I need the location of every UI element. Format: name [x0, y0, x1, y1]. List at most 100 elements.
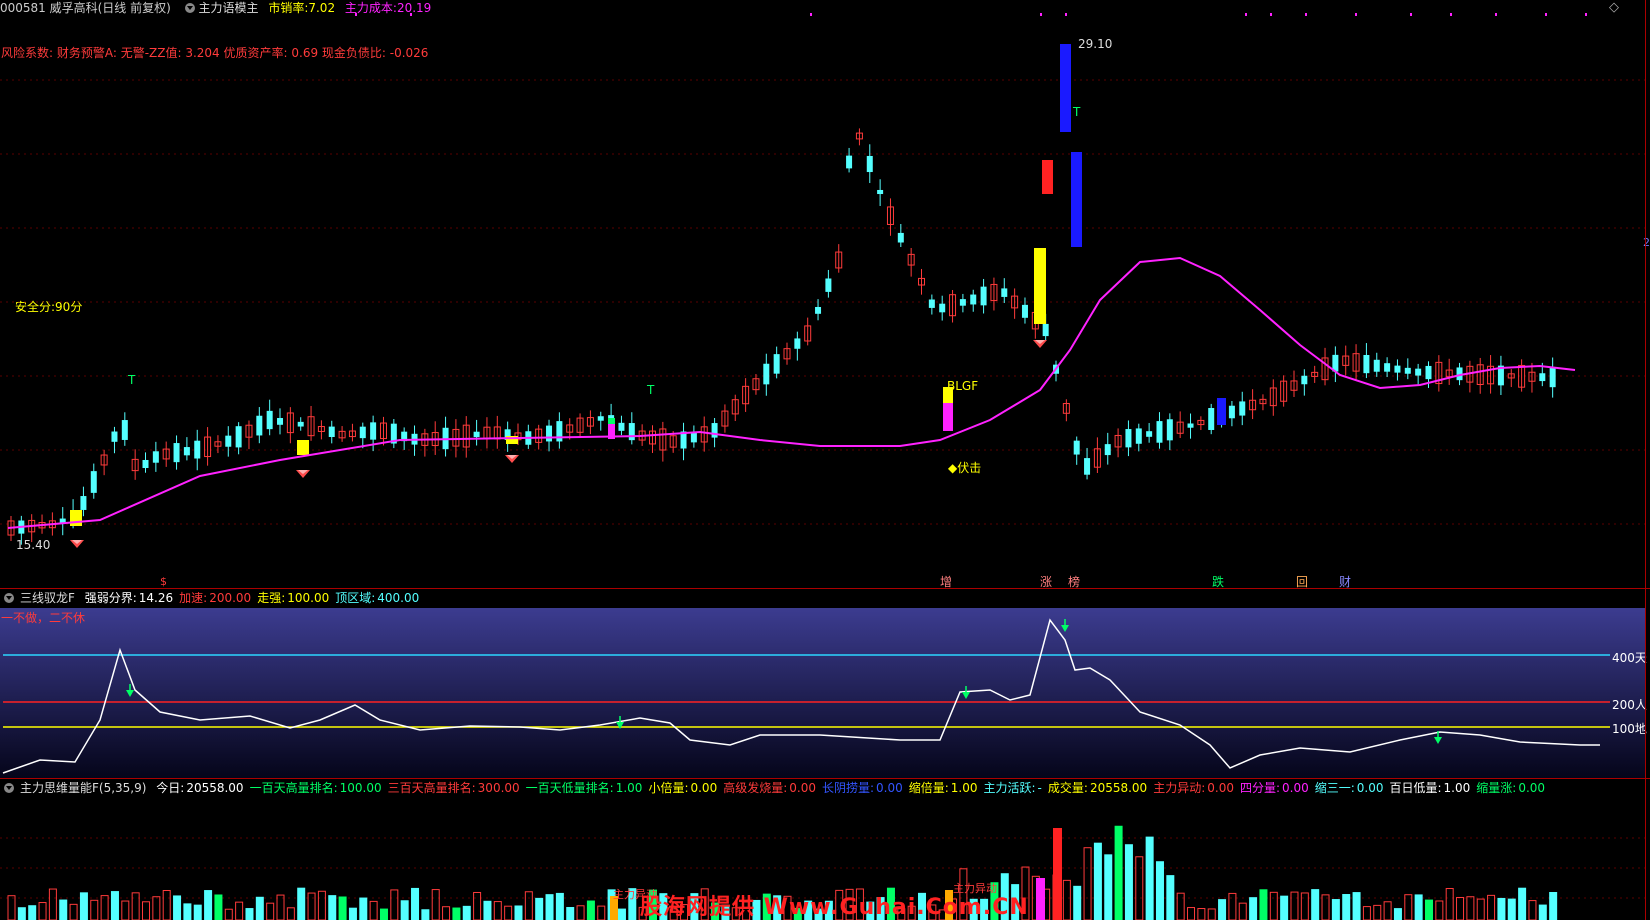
panel3-item-label: 小倍量:	[648, 781, 689, 795]
panel3-item: 成交量: 20558.00	[1048, 781, 1147, 795]
panel3-item-value: 300.00	[477, 781, 520, 795]
volume-bar	[1238, 902, 1247, 920]
panel3-item: 今日: 20558.00	[156, 781, 243, 795]
volume-bar	[452, 907, 461, 920]
volume-bar	[1466, 896, 1475, 920]
candle-body	[846, 155, 853, 169]
blgf-label: BLGF	[947, 379, 979, 393]
volume-bar	[1093, 842, 1102, 920]
volume-bar	[379, 908, 388, 920]
volume-bar	[224, 908, 233, 920]
panel3-item-value: 20558.00	[1089, 781, 1148, 795]
volume-bar	[1187, 907, 1196, 920]
candle-body	[546, 425, 553, 442]
panel3-item: 百日低量: 1.00	[1390, 781, 1471, 795]
volume-bar	[1155, 861, 1164, 920]
panel2-item-label: 走强:	[257, 591, 286, 605]
volume-bar	[493, 901, 502, 920]
signal-bar	[1060, 44, 1071, 132]
panel2-item-label: 加速:	[179, 591, 208, 605]
level-200-label: 200人	[1612, 698, 1647, 712]
high-price-label: 29.10	[1078, 37, 1113, 51]
volume-bar	[504, 905, 513, 920]
candle-body	[328, 426, 335, 438]
panel-divider	[0, 588, 1650, 589]
candle-body	[277, 418, 284, 425]
moving-average-line	[7, 256, 1576, 529]
top-marker	[1495, 13, 1497, 16]
top-marker	[1355, 13, 1357, 16]
volume-bar	[442, 906, 451, 920]
candle-body	[1042, 323, 1049, 337]
volume-bar	[1280, 895, 1289, 920]
candle-body	[1104, 444, 1111, 456]
candle-body	[173, 443, 180, 463]
volume-bar	[317, 890, 326, 920]
top-marker	[355, 13, 357, 16]
volume-bar	[1073, 885, 1082, 920]
volume-bar	[255, 896, 264, 920]
volume-bar	[17, 907, 26, 920]
panel2-item: 顶区域: 400.00	[335, 591, 419, 605]
volume-bar	[38, 902, 47, 920]
panel3-name[interactable]: 主力思维量能F(5,35,9)	[20, 781, 146, 795]
top-marker	[1305, 13, 1307, 16]
candle-body	[1187, 423, 1194, 428]
panel3-item-label: 三百天高量排名:	[387, 781, 476, 795]
volume-bar	[1290, 891, 1299, 920]
t-mark: T	[1073, 105, 1081, 119]
volume-bar	[204, 890, 213, 920]
volume-bar	[235, 901, 244, 920]
volume-bar	[1176, 892, 1185, 920]
panel3-item-value: 1.00	[950, 781, 978, 795]
panel2-name[interactable]: 三线驭龙F	[20, 591, 75, 605]
candle-body	[1363, 354, 1370, 374]
volume-bar	[142, 901, 151, 920]
volume-bar	[617, 908, 626, 920]
volume-bar	[7, 895, 16, 920]
volume-bar	[173, 895, 182, 920]
volume-bar	[1207, 908, 1216, 920]
volume-bar	[1549, 892, 1558, 920]
volume-bar	[1083, 847, 1092, 920]
signal-bar	[1042, 160, 1053, 194]
volume-bar	[1528, 900, 1537, 920]
top-marker	[810, 13, 812, 16]
candle-body	[1373, 359, 1380, 372]
candle-body	[1404, 367, 1411, 374]
volume-bar	[162, 890, 171, 920]
candle-body	[711, 423, 718, 438]
volume-bar	[286, 907, 295, 920]
volume-bar	[1053, 828, 1062, 920]
candle-body	[266, 410, 273, 430]
volume-bar	[369, 900, 378, 920]
panel3-item-value: 0.00	[1207, 781, 1234, 795]
candle-body	[825, 278, 832, 292]
panel2-menu-icon[interactable]	[4, 593, 14, 603]
panel3-item: 缩倍量: 1.00	[909, 781, 978, 795]
volume-bar	[79, 892, 88, 920]
candle-body	[142, 459, 149, 469]
panel3-item: 主力异动: 0.00	[1153, 781, 1234, 795]
candle-body	[970, 294, 977, 305]
volume-bar	[131, 892, 140, 920]
candle-body	[1208, 408, 1215, 430]
candle-body	[225, 435, 232, 447]
volume-bar	[1331, 899, 1340, 920]
candle-body	[121, 420, 128, 440]
panel3-item-label: 百日低量:	[1389, 781, 1442, 795]
candle-body	[370, 422, 377, 440]
panel3-menu-icon[interactable]	[4, 783, 14, 793]
candle-body	[1073, 440, 1080, 455]
stock-chart-window: 000581 威孚高科(日线 前复权) 主力语模主 市销率:7.02 主力成本:…	[0, 0, 1650, 920]
panel3-header: 主力思维量能F(5,35,9) 今日: 20558.00 一百天高量排名: 100.0…	[0, 780, 1557, 796]
candle-body	[473, 431, 480, 438]
top-marker	[1040, 13, 1042, 16]
panel3-item-value: 0.00	[876, 781, 903, 795]
volume-bar	[328, 895, 337, 920]
volume-bar	[421, 909, 430, 920]
panel3-item-label: 主力活跃:	[983, 781, 1036, 795]
volume-bar	[348, 907, 357, 920]
low-price-label: 15.40	[16, 538, 51, 552]
volume-bar	[90, 899, 99, 920]
